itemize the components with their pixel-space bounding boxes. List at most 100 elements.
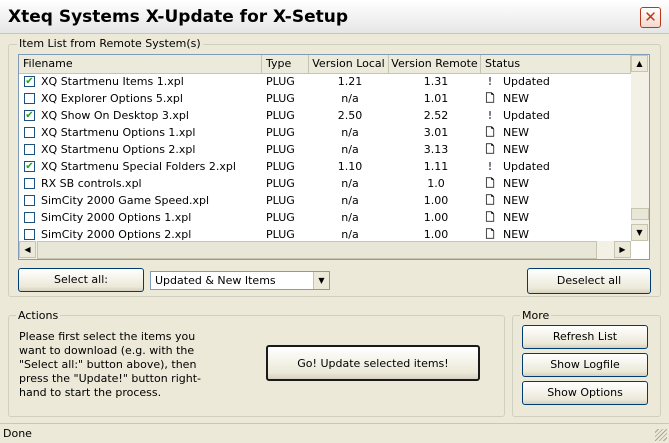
row-checkbox[interactable] (24, 178, 35, 189)
show-options-button[interactable]: Show Options (522, 381, 648, 405)
status-bar: Done (0, 423, 669, 443)
row-version-local: n/a (341, 194, 359, 207)
vertical-scrollbar[interactable]: ▲ ▼ (631, 55, 649, 241)
row-version-local: 2.50 (337, 109, 363, 122)
new-file-icon: 🗋 (485, 143, 495, 156)
row-version-remote: 1.01 (423, 92, 449, 105)
table-row[interactable]: XQ Startmenu Options 2.xpl PLUG n/a 3.13 🗋 NE… (19, 141, 631, 158)
column-version-remote[interactable]: Version Remote (389, 55, 481, 73)
resize-grip-icon[interactable] (655, 429, 667, 441)
table-row[interactable]: SimCity 2000 Game Speed.xpl PLUG n/a 1.00 🗋 N… (19, 192, 631, 209)
row-checkbox[interactable] (24, 127, 35, 138)
row-filename: XQ Startmenu Options 1.xpl (41, 126, 196, 139)
row-version-remote: 3.01 (423, 126, 449, 139)
new-file-icon: 🗋 (485, 177, 495, 190)
row-version-local: n/a (341, 126, 359, 139)
select-all-button[interactable]: Select all: (18, 268, 144, 292)
table-row[interactable]: XQ Startmenu Options 1.xpl PLUG n/a 3.01 🗋 NE… (19, 124, 631, 141)
row-version-local: n/a (341, 92, 359, 105)
actions-description: Please first select the items you want t… (19, 330, 201, 399)
new-file-icon: 🗋 (485, 228, 495, 241)
list-header: Filename Type Version Local Version Remo… (19, 55, 631, 74)
row-type: PLUG (266, 177, 295, 190)
new-file-icon: 🗋 (485, 92, 495, 105)
row-status: Updated (503, 160, 550, 173)
deselect-all-button[interactable]: Deselect all (527, 268, 651, 294)
close-icon: ✕ (644, 8, 657, 26)
table-row[interactable]: ✔ XQ Startmenu Items 1.xpl PLUG 1.21 1.31! Up… (19, 73, 631, 90)
row-version-remote: 1.0 (427, 177, 445, 190)
row-version-remote: 1.00 (423, 211, 449, 224)
row-type: PLUG (266, 126, 295, 139)
row-filename: SimCity 2000 Game Speed.xpl (41, 194, 210, 207)
new-file-icon: 🗋 (485, 194, 495, 207)
table-row[interactable]: ✔ XQ Startmenu Special Folders 2.xpl PLUG 1… (19, 158, 631, 175)
filter-selected-value: Updated & New Items (155, 274, 276, 287)
row-status: Updated (503, 75, 550, 88)
column-type[interactable]: Type (262, 55, 309, 73)
show-logfile-button[interactable]: Show Logfile (522, 353, 648, 377)
go-update-button[interactable]: Go! Update selected items! (266, 345, 480, 381)
table-row[interactable]: XQ Explorer Options 5.xpl PLUG n/a 1.01 🗋 NEW (19, 90, 631, 107)
item-list-legend: Item List from Remote System(s) (17, 37, 203, 50)
horizontal-scroll-thumb[interactable] (37, 241, 597, 259)
scroll-left-button[interactable]: ◀ (19, 241, 36, 258)
row-type: PLUG (266, 92, 295, 105)
vertical-scroll-thumb[interactable] (631, 208, 649, 220)
scroll-up-button[interactable]: ▲ (631, 55, 648, 72)
row-status: Updated (503, 109, 550, 122)
row-version-remote: 1.11 (423, 160, 449, 173)
window-title: Xteq Systems X-Update for X-Setup (8, 7, 348, 27)
scroll-right-button[interactable]: ▶ (614, 241, 631, 258)
row-status: NEW (503, 126, 530, 139)
row-checkbox[interactable]: ✔ (24, 110, 35, 121)
table-row[interactable]: RX SB controls.xpl PLUG n/a 1.0 🗋 NEW (19, 175, 631, 192)
table-row[interactable]: SimCity 2000 Options 1.xpl PLUG n/a 1.00 🗋 NE… (19, 209, 631, 226)
row-status: NEW (503, 211, 530, 224)
row-type: PLUG (266, 75, 295, 88)
row-filename: XQ Startmenu Options 2.xpl (41, 143, 196, 156)
row-checkbox[interactable] (24, 144, 35, 155)
close-button[interactable]: ✕ (640, 7, 661, 28)
row-version-remote: 2.52 (423, 109, 449, 122)
row-filename: XQ Startmenu Special Folders 2.xpl (41, 160, 236, 173)
horizontal-scrollbar[interactable]: ◀ ▶ (19, 241, 631, 259)
row-version-local: 1.10 (337, 160, 363, 173)
table-row[interactable]: ✔ XQ Show On Desktop 3.xpl PLUG 2.50 2.52! Up… (19, 107, 631, 124)
row-version-remote: 3.13 (423, 143, 449, 156)
row-version-remote: 1.31 (423, 75, 449, 88)
column-version-local[interactable]: Version Local (309, 55, 389, 73)
row-type: PLUG (266, 160, 295, 173)
title-bar: Xteq Systems X-Update for X-Setup ✕ (0, 0, 669, 34)
row-status: NEW (503, 194, 530, 207)
new-file-icon: 🗋 (485, 211, 495, 224)
row-checkbox[interactable] (24, 195, 35, 206)
row-filename: XQ Explorer Options 5.xpl (41, 92, 183, 105)
column-filename[interactable]: Filename (19, 55, 262, 73)
row-checkbox[interactable]: ✔ (24, 161, 35, 172)
row-filename: XQ Show On Desktop 3.xpl (41, 109, 189, 122)
filter-dropdown[interactable]: Updated & New Items ▼ (150, 271, 330, 290)
row-checkbox[interactable] (24, 212, 35, 223)
row-type: PLUG (266, 143, 295, 156)
scroll-down-button[interactable]: ▼ (631, 224, 648, 241)
row-version-local: n/a (341, 177, 359, 190)
row-version-local: n/a (341, 211, 359, 224)
row-checkbox[interactable] (24, 229, 35, 240)
row-status: NEW (503, 177, 530, 190)
row-status: NEW (503, 143, 530, 156)
row-checkbox[interactable]: ✔ (24, 76, 35, 87)
updated-exclamation-icon: ! (487, 109, 493, 122)
more-legend: More (520, 309, 552, 322)
row-checkbox[interactable] (24, 93, 35, 104)
row-version-local: n/a (341, 143, 359, 156)
actions-legend: Actions (16, 309, 61, 322)
refresh-list-button[interactable]: Refresh List (522, 325, 648, 349)
item-listview[interactable]: Filename Type Version Local Version Remo… (18, 54, 650, 260)
row-filename: SimCity 2000 Options 1.xpl (41, 211, 192, 224)
chevron-down-icon[interactable]: ▼ (313, 272, 329, 289)
row-type: PLUG (266, 109, 295, 122)
column-status[interactable]: Status (481, 55, 631, 73)
row-version-local: 1.21 (337, 75, 363, 88)
row-type: PLUG (266, 211, 295, 224)
